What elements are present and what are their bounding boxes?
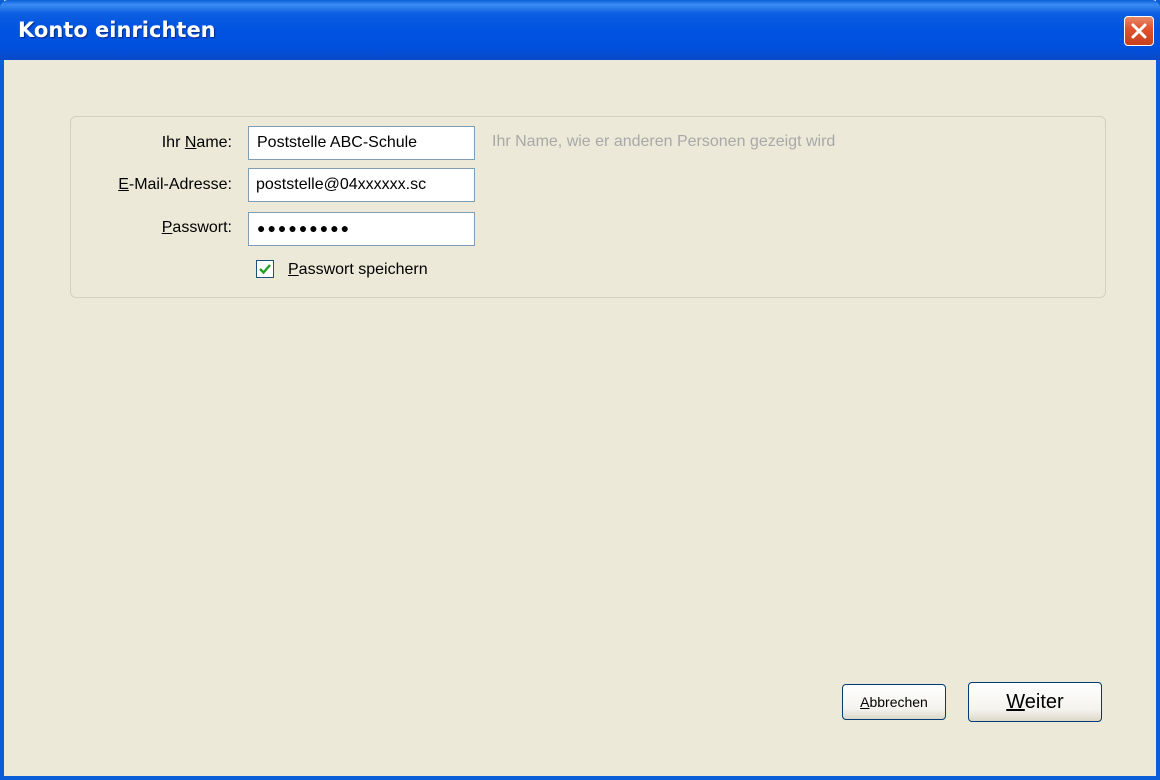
name-label: Ihr Name: — [161, 134, 232, 151]
close-icon — [1131, 23, 1147, 39]
password-label: Passwort: — [161, 219, 232, 236]
cancel-button[interactable]: Abbrechen — [842, 684, 946, 720]
name-input[interactable]: Poststelle ABC-Schule — [248, 126, 475, 160]
name-hint: Ihr Name, wie er anderen Personen gezeig… — [492, 133, 836, 150]
save-password-label[interactable]: Passwort speichern — [288, 260, 428, 280]
close-button[interactable] — [1124, 16, 1154, 46]
save-password-checkbox[interactable] — [256, 260, 274, 278]
check-mark-icon — [259, 264, 271, 275]
title-bar[interactable]: Konto einrichten — [0, 0, 1160, 60]
window-title: Konto einrichten — [18, 18, 216, 42]
email-label: E-Mail-Adresse: — [118, 176, 232, 193]
email-input[interactable]: poststelle@04xxxxxx.sc — [248, 168, 475, 202]
password-input[interactable]: ●●●●●●●●● — [248, 212, 475, 246]
next-button[interactable]: Weiter — [968, 682, 1102, 722]
